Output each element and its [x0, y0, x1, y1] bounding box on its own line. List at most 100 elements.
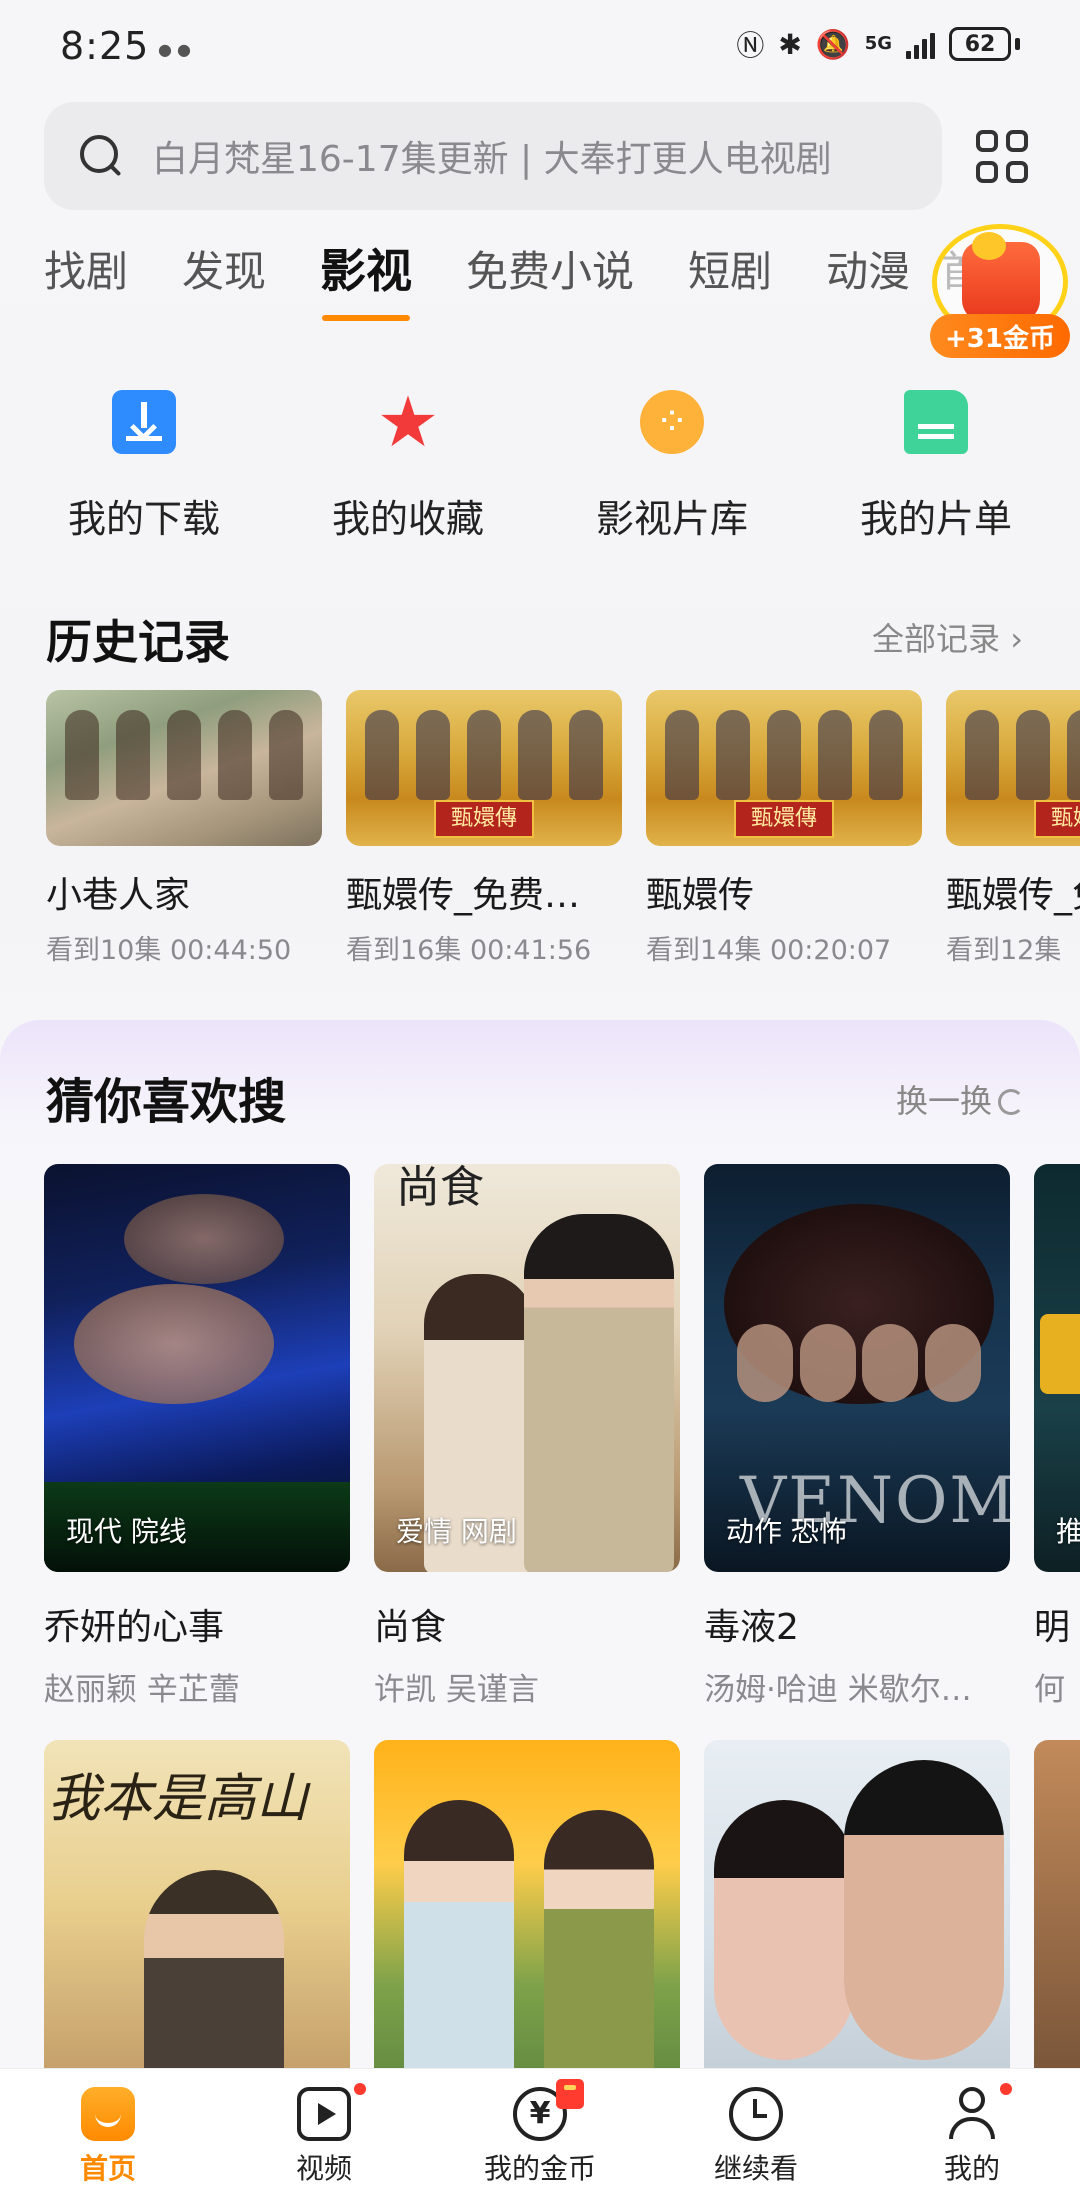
poster-title-text: 甄嬛傳	[434, 800, 534, 838]
tab-anime[interactable]: 动漫	[826, 238, 910, 301]
tab-short-drama[interactable]: 短剧	[688, 238, 772, 301]
history-item-progress: 看到12集	[946, 935, 1062, 966]
history-title: 历史记录	[46, 615, 230, 669]
battery-tip	[1015, 38, 1020, 50]
poster-title-text: 尚食	[396, 1164, 484, 1213]
battery-icon: 62	[949, 27, 1011, 61]
notification-dot	[1000, 2083, 1012, 2095]
home-icon	[81, 2087, 135, 2141]
tab-free-novels[interactable]: 免费小说	[466, 238, 634, 301]
film-library-button[interactable]: 影视片库	[540, 390, 804, 543]
poster-image: 推	[1034, 1164, 1080, 1572]
card-title: 明	[1034, 1607, 1071, 1648]
film-reel-icon	[640, 390, 704, 454]
quick-actions: 我的下载 ★ 我的收藏 影视片库 我的片单	[0, 381, 1080, 543]
history-list: 小巷人家 看到10集 00:44:50 甄嬛傳 甄嬛传_免费… 看到16集 00…	[46, 690, 1080, 967]
poster-tags: 动作 恐怖	[726, 1515, 847, 1548]
history-item-progress: 看到16集 00:41:56	[346, 935, 592, 966]
recommend-card[interactable]: VENOM 动作 恐怖 毒液2 汤姆·哈迪 米歇尔…	[704, 1164, 1010, 1709]
red-packet-icon	[556, 2079, 584, 2109]
card-title: 毒液2	[704, 1607, 799, 1648]
quick-action-label: 我的收藏	[331, 497, 484, 541]
history-item-progress: 看到14集 00:20:07	[646, 935, 892, 966]
history-item-title: 甄嬛传_免费…	[346, 875, 581, 916]
tab-discover[interactable]: 发现	[182, 238, 266, 301]
nav-home[interactable]: 首页	[0, 2069, 216, 2204]
nav-label: 首页	[79, 2152, 136, 2185]
my-downloads-button[interactable]: 我的下载	[12, 390, 276, 543]
card-cast: 许凯 吴谨言	[374, 1672, 539, 1708]
network-label: 5G	[864, 33, 892, 54]
tab-find-drama[interactable]: 找剧	[44, 238, 128, 301]
history-thumbnail: 甄嬛傳	[346, 690, 622, 846]
app-screen: 8:25 ● ● Ⓝ ✱ 🔕 5G 62 白月梵星16-17集更新 | 大奉打更…	[0, 0, 1080, 2204]
all-history-link[interactable]: 全部记录 ›	[872, 614, 1023, 660]
category-grid-icon[interactable]	[976, 130, 1030, 184]
my-playlist-button[interactable]: 我的片单	[804, 390, 1068, 543]
clock-icon	[729, 2087, 783, 2141]
card-cast: 汤姆·哈迪 米歇尔…	[704, 1672, 972, 1708]
nav-label: 继续看	[713, 2152, 798, 2185]
video-play-icon	[297, 2087, 351, 2141]
nav-my-coins[interactable]: ¥ 我的金币	[432, 2069, 648, 2204]
card-title: 乔妍的心事	[44, 1607, 225, 1648]
refresh-label: 换一换	[896, 1082, 993, 1120]
history-item[interactable]: 甄嬛傳 甄嬛传_免费… 看到16集 00:41:56	[346, 690, 622, 967]
poster-title-text: 我本是高山	[48, 1769, 309, 1829]
history-item-progress: 看到10集 00:44:50	[46, 935, 292, 966]
user-icon	[945, 2087, 999, 2141]
nav-continue-watching[interactable]: 继续看	[648, 2069, 864, 2204]
red-packet-icon	[962, 232, 1040, 322]
signal-icon	[906, 29, 935, 59]
history-item[interactable]: 小巷人家 看到10集 00:44:50	[46, 690, 322, 967]
chevron-right-icon: ›	[1000, 620, 1023, 658]
recommend-card[interactable]: 推 明 何	[1034, 1164, 1080, 1709]
star-icon: ★	[376, 381, 440, 463]
recommend-card[interactable]: 现代 院线 乔妍的心事 赵丽颖 辛芷蕾	[44, 1164, 350, 1709]
quick-action-label: 我的片单	[859, 497, 1012, 541]
nav-label: 我的金币	[483, 2152, 596, 2185]
poster-tags: 现代 院线	[66, 1515, 187, 1548]
nav-label: 视频	[295, 2152, 352, 2185]
status-bar: 8:25 ● ● Ⓝ ✱ 🔕 5G 62	[0, 0, 1080, 92]
refresh-button[interactable]: 换一换	[896, 1076, 1025, 1122]
all-history-label: 全部记录	[872, 620, 1001, 658]
card-cast: 何	[1034, 1672, 1065, 1708]
coin-reward-badge[interactable]: +31金币	[930, 220, 1070, 360]
recommend-row-1: 现代 院线 乔妍的心事 赵丽颖 辛芷蕾 尚食 爱情 网剧 尚食 许凯 吴谨言 V…	[44, 1164, 1080, 1709]
poster-image: 尚食 爱情 网剧	[374, 1164, 680, 1572]
notification-dot	[354, 2083, 366, 2095]
history-item-title: 甄嬛传_免	[946, 875, 1080, 916]
status-right: Ⓝ ✱ 🔕 5G 62	[736, 24, 1020, 64]
history-item[interactable]: 甄嬛傳 甄嬛传 看到14集 00:20:07	[646, 690, 922, 967]
poster-title-text: 甄嬛傳	[1034, 800, 1080, 838]
history-thumbnail	[46, 690, 322, 846]
status-time: 8:25	[60, 24, 150, 68]
mute-icon: 🔕	[815, 27, 851, 61]
recommend-card[interactable]: 尚食 爱情 网剧 尚食 许凯 吴谨言	[374, 1164, 680, 1709]
card-cast: 赵丽颖 辛芷蕾	[44, 1672, 240, 1708]
poster-image: VENOM 动作 恐怖	[704, 1164, 1010, 1572]
quick-action-label: 影视片库	[595, 497, 748, 541]
search-placeholder: 白月梵星16-17集更新 | 大奉打更人电视剧	[152, 139, 832, 180]
search-icon	[78, 133, 124, 179]
card-title: 尚食	[374, 1607, 447, 1648]
refresh-icon	[998, 1089, 1025, 1115]
nav-profile[interactable]: 我的	[864, 2069, 1080, 2204]
history-item-title: 甄嬛传	[646, 875, 755, 916]
nav-video[interactable]: 视频	[216, 2069, 432, 2204]
top-tabs: 找剧 发现 影视 免费小说 短剧 动漫	[44, 235, 964, 321]
search-bar[interactable]: 白月梵星16-17集更新 | 大奉打更人电视剧	[44, 102, 942, 210]
poster-tags: 爱情 网剧	[396, 1515, 517, 1548]
poster-tags: 推	[1056, 1515, 1080, 1548]
history-item-title: 小巷人家	[46, 875, 191, 916]
history-thumbnail: 甄嬛傳	[646, 690, 922, 846]
recommend-title: 猜你喜欢搜	[46, 1062, 287, 1134]
tab-film-tv[interactable]: 影视	[320, 235, 412, 321]
playlist-icon	[904, 390, 968, 454]
my-favorites-button[interactable]: ★ 我的收藏	[276, 381, 540, 543]
bottom-nav: 首页 视频 ¥ 我的金币 继续看 我的	[0, 2068, 1080, 2204]
history-item[interactable]: 甄嬛傳 甄嬛传_免 看到12集	[946, 690, 1080, 967]
bluetooth-icon: ✱	[778, 27, 802, 61]
nfc-icon: Ⓝ	[736, 29, 765, 62]
